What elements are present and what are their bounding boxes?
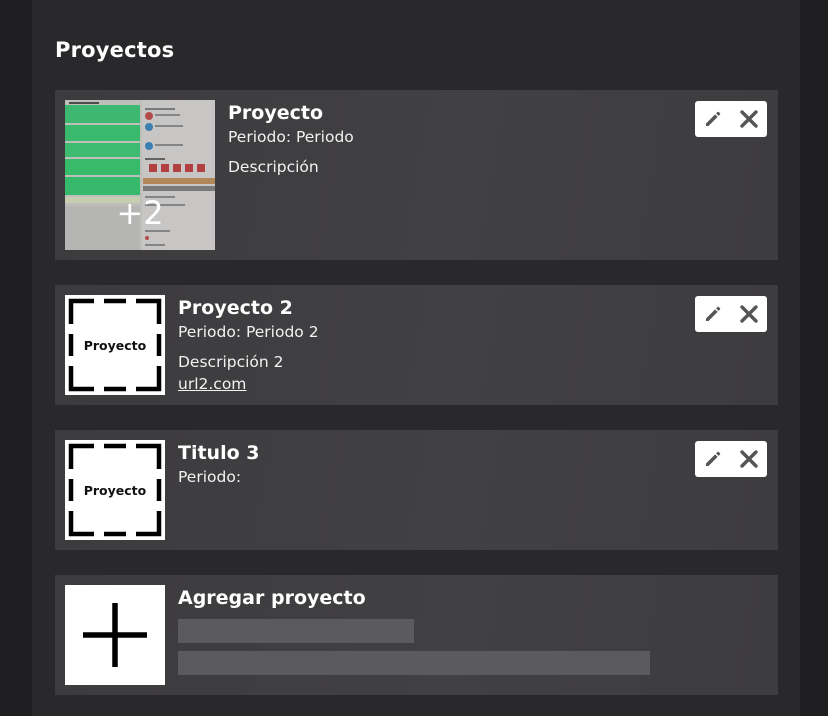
project-period: Periodo: Periodo 2 xyxy=(178,323,319,341)
add-project-title: Agregar proyecto xyxy=(178,587,366,609)
pencil-icon[interactable] xyxy=(699,300,727,328)
project-card-3: Proyecto Titulo 3 Periodo: xyxy=(55,430,778,550)
project-actions xyxy=(695,296,767,332)
pencil-icon[interactable] xyxy=(699,105,727,133)
project-period: Periodo: xyxy=(178,468,242,486)
close-icon[interactable] xyxy=(735,300,763,328)
project-card-2: Proyecto Proyecto 2 Periodo: Periodo 2 D… xyxy=(55,285,778,405)
add-project-button[interactable] xyxy=(65,585,165,685)
thumbnail-label: Proyecto xyxy=(83,482,147,498)
close-icon[interactable] xyxy=(735,445,763,473)
add-project-card[interactable]: Agregar proyecto xyxy=(55,575,778,695)
project-title: Proyecto 2 xyxy=(178,297,293,319)
project-title: Titulo 3 xyxy=(178,442,260,464)
project-thumbnail[interactable]: Proyecto xyxy=(65,440,165,540)
project-title: Proyecto xyxy=(228,102,324,124)
section-title: Proyectos xyxy=(55,38,175,62)
project-actions xyxy=(695,441,767,477)
project-description: Descripción 2 xyxy=(178,353,284,371)
pencil-icon[interactable] xyxy=(699,445,727,473)
project-url-link[interactable]: url2.com xyxy=(178,375,246,393)
project-thumbnail-screenshot[interactable]: +2 xyxy=(65,100,215,250)
project-actions xyxy=(695,101,767,137)
plus-icon xyxy=(83,603,147,667)
project-description: Descripción xyxy=(228,158,319,176)
close-icon[interactable] xyxy=(735,105,763,133)
placeholder-line xyxy=(178,619,414,643)
thumbnail-label: Proyecto xyxy=(83,337,147,353)
placeholder-line xyxy=(178,651,650,675)
more-images-count: +2 xyxy=(116,194,164,232)
project-period: Periodo: Periodo xyxy=(228,128,354,146)
project-card-1: +2 Proyecto Periodo: Periodo Descripción xyxy=(55,90,778,260)
project-thumbnail[interactable]: Proyecto xyxy=(65,295,165,395)
